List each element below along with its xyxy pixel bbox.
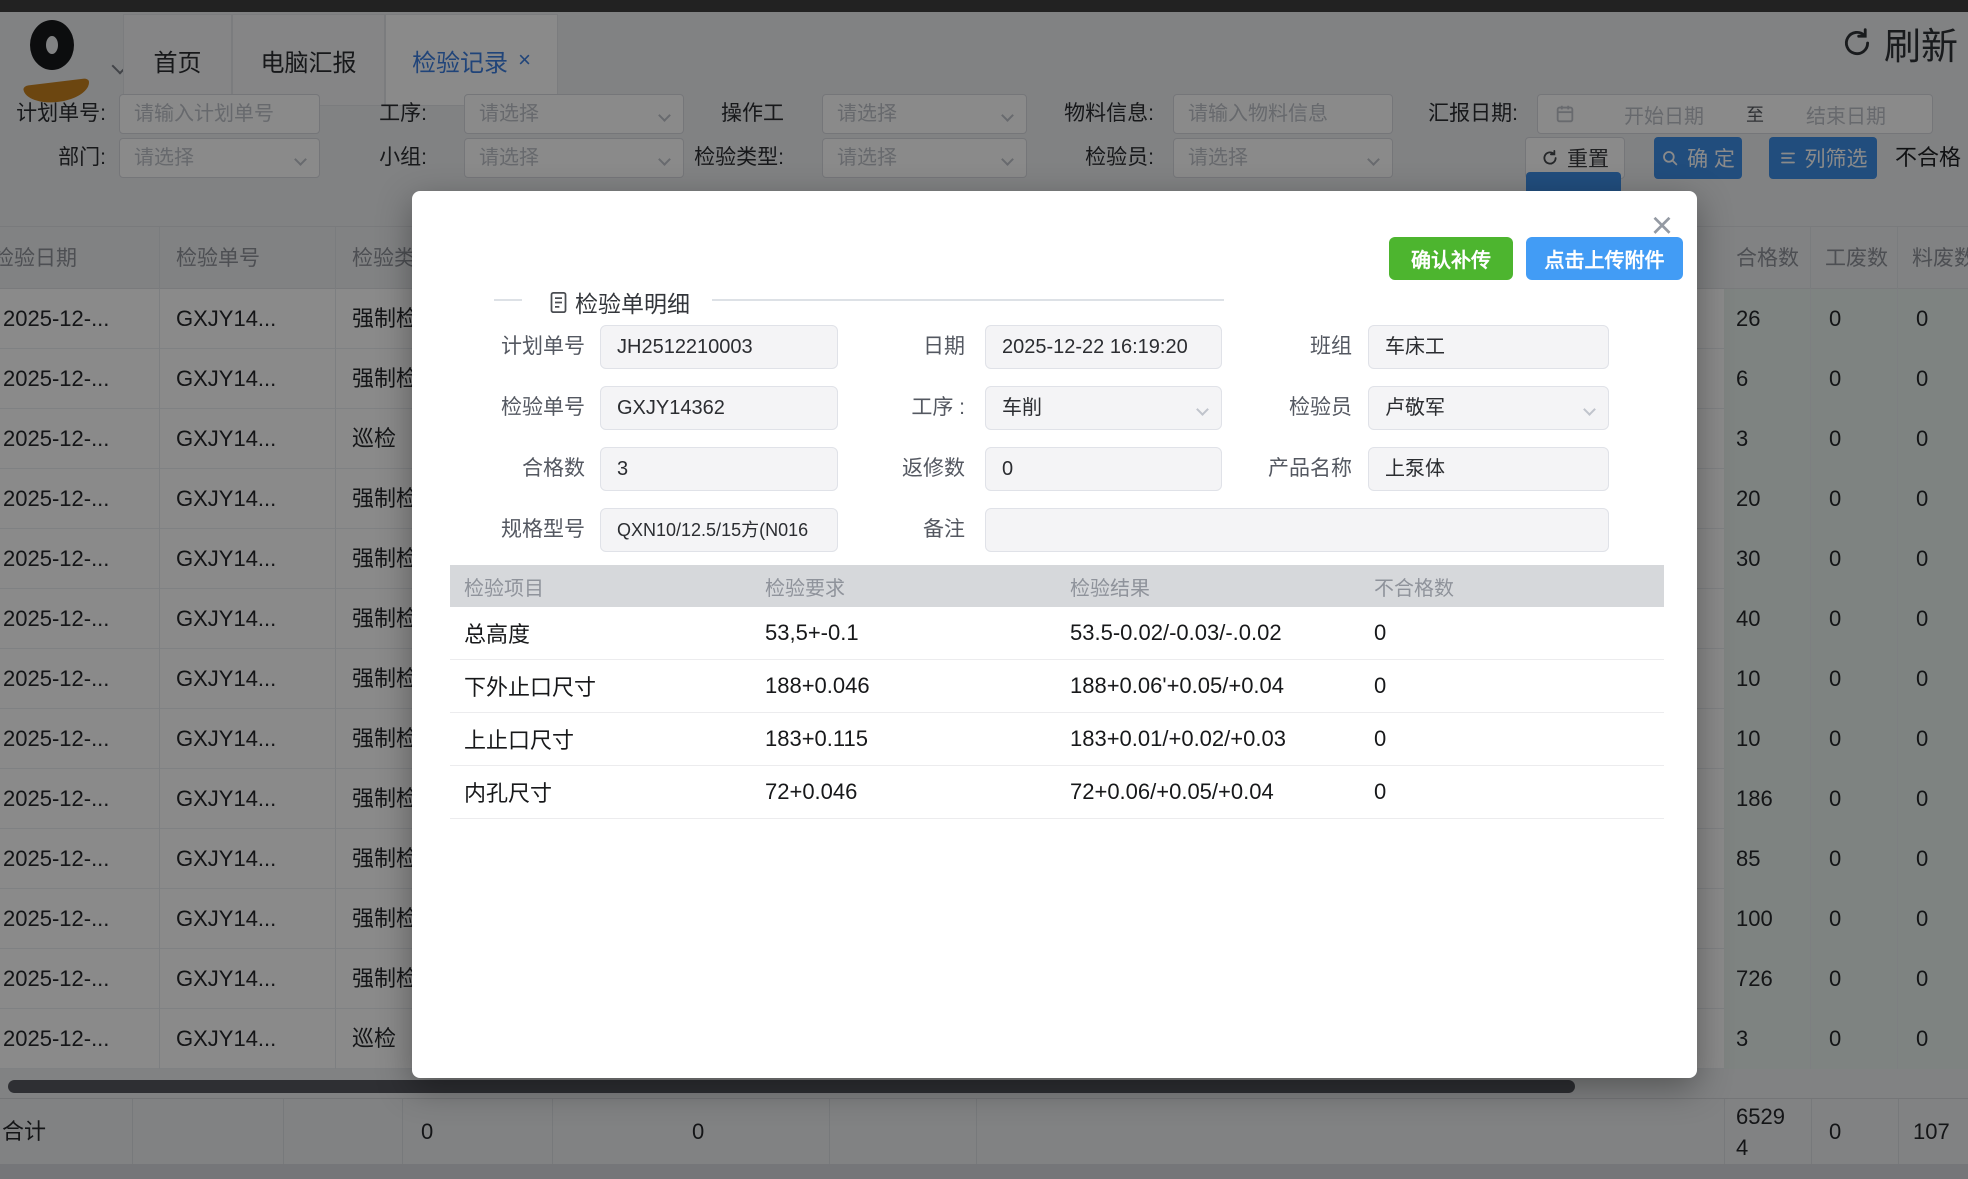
- detail-col-item: 检验项目: [450, 572, 751, 601]
- detail-table-row: 总高度 53,5+-0.1 53.5-0.02/-0.03/-.0.02 0: [450, 607, 1664, 660]
- qualified-field-label: 合格数: [415, 447, 585, 491]
- detail-cell-requirement: 53,5+-0.1: [751, 620, 1056, 646]
- repair-field-label: 返修数: [795, 447, 965, 491]
- confirm-reupload-button[interactable]: 确认补传: [1389, 237, 1513, 280]
- detail-cell-unqualified: 0: [1360, 726, 1664, 752]
- team-field-label: 班组: [1182, 325, 1352, 369]
- upload-attachment-button[interactable]: 点击上传附件: [1526, 237, 1683, 280]
- modal-title-row: 检验单明细: [412, 285, 1697, 315]
- detail-table-row: 上止口尺寸 183+0.115 183+0.01/+0.02/+0.03 0: [450, 713, 1664, 766]
- date-field-label: 日期: [795, 325, 965, 369]
- screen: 首页 电脑汇报 检验记录 × 刷新 计划单号: 工序: 请选择 操作工 请选择 …: [0, 0, 1968, 1179]
- spec-field-label: 规格型号: [415, 508, 585, 552]
- detail-cell-result: 53.5-0.02/-0.03/-.0.02: [1056, 620, 1360, 646]
- order-no-field-label: 检验单号: [415, 386, 585, 430]
- detail-cell-unqualified: 0: [1360, 779, 1664, 805]
- product-field-label: 产品名称: [1182, 447, 1352, 491]
- detail-cell-requirement: 72+0.046: [751, 779, 1056, 805]
- modal-title: 检验单明细: [548, 285, 690, 319]
- chevron-down-icon: [1583, 403, 1596, 416]
- plan-no-field-label: 计划单号: [415, 325, 585, 369]
- document-icon: [548, 290, 569, 315]
- inspector-field[interactable]: 卢敬军: [1368, 386, 1609, 430]
- detail-table: 检验项目 检验要求 检验结果 不合格数 总高度 53,5+-0.1 53.5-0…: [450, 565, 1664, 819]
- team-field[interactable]: 车床工: [1368, 325, 1609, 369]
- detail-table-row: 下外止口尺寸 188+0.046 188+0.06'+0.05/+0.04 0: [450, 660, 1664, 713]
- detail-col-requirement: 检验要求: [751, 572, 1056, 601]
- process-field-label: 工序 :: [795, 386, 965, 430]
- remark-field[interactable]: [985, 508, 1609, 552]
- inspector-field-label: 检验员: [1182, 386, 1352, 430]
- detail-cell-item: 下外止口尺寸: [450, 670, 751, 702]
- detail-cell-item: 内孔尺寸: [450, 776, 751, 808]
- detail-cell-unqualified: 0: [1360, 673, 1664, 699]
- detail-cell-requirement: 188+0.046: [751, 673, 1056, 699]
- detail-cell-requirement: 183+0.115: [751, 726, 1056, 752]
- detail-cell-item: 总高度: [450, 617, 751, 649]
- detail-cell-item: 上止口尺寸: [450, 723, 751, 755]
- detail-table-body: 总高度 53,5+-0.1 53.5-0.02/-0.03/-.0.02 0 下…: [450, 607, 1664, 819]
- detail-col-result: 检验结果: [1056, 572, 1360, 601]
- detail-cell-result: 188+0.06'+0.05/+0.04: [1056, 673, 1360, 699]
- detail-table-header: 检验项目 检验要求 检验结果 不合格数: [450, 565, 1664, 607]
- inspection-detail-modal: × 确认补传 点击上传附件 检验单明细 计划单号 JH2512210003 日期…: [412, 191, 1697, 1078]
- detail-cell-result: 183+0.01/+0.02/+0.03: [1056, 726, 1360, 752]
- detail-cell-unqualified: 0: [1360, 620, 1664, 646]
- detail-col-unqualified: 不合格数: [1360, 572, 1664, 601]
- remark-field-label: 备注: [795, 508, 965, 552]
- detail-table-row: 内孔尺寸 72+0.046 72+0.06/+0.05/+0.04 0: [450, 766, 1664, 819]
- detail-cell-result: 72+0.06/+0.05/+0.04: [1056, 779, 1360, 805]
- product-field[interactable]: 上泵体: [1368, 447, 1609, 491]
